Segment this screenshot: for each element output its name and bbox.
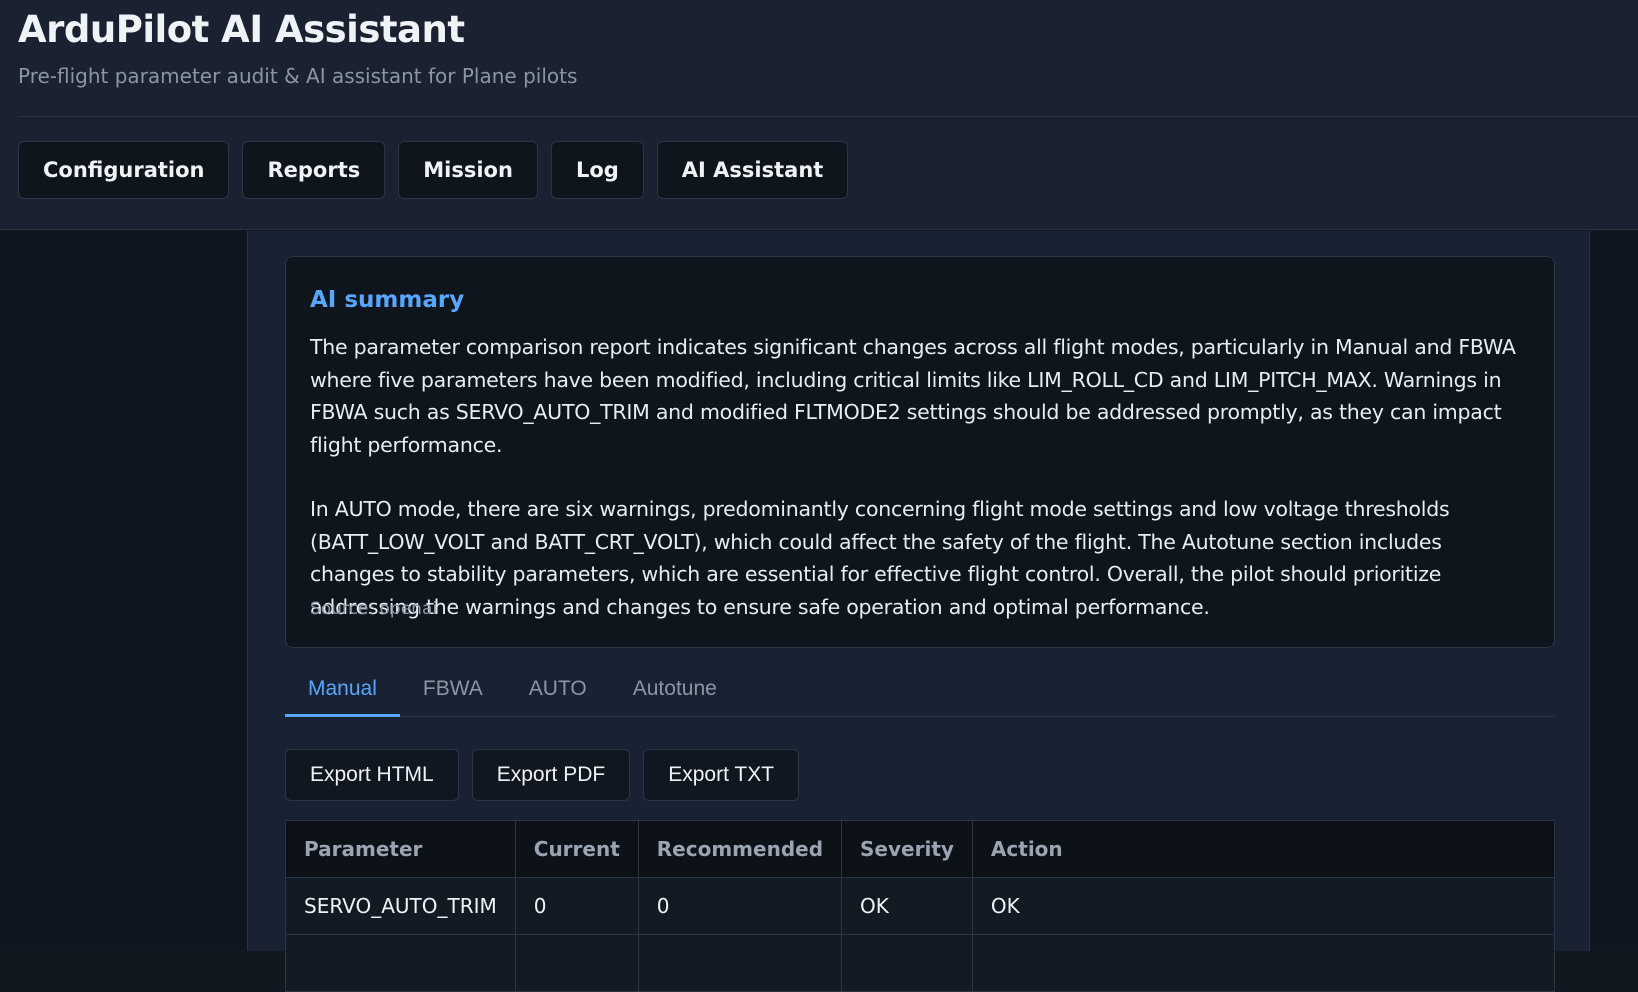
nav-log-button[interactable]: Log (550, 141, 644, 199)
main-nav: Configuration Reports Mission Log AI Ass… (18, 141, 849, 199)
column-header-severity: Severity (841, 820, 973, 878)
export-pdf-button[interactable]: Export PDF (471, 749, 631, 801)
ai-summary-paragraph-2: In AUTO mode, there are six warnings, pr… (310, 497, 1450, 619)
ai-summary-card: AI summary The parameter comparison repo… (285, 256, 1555, 648)
tab-auto[interactable]: AUTO (506, 671, 610, 717)
nav-ai-assistant-button[interactable]: AI Assistant (656, 141, 849, 199)
left-gutter (0, 231, 247, 951)
nav-reports-button[interactable]: Reports (242, 141, 386, 199)
report-panel: AI summary The parameter comparison repo… (247, 231, 1590, 992)
ai-summary-paragraph-1: The parameter comparison report indicate… (310, 335, 1516, 457)
tab-manual[interactable]: Manual (285, 671, 400, 717)
tab-fbwa[interactable]: FBWA (400, 671, 506, 717)
export-toolbar: Export HTML Export PDF Export TXT (285, 749, 800, 801)
header-divider (18, 116, 1638, 117)
app-subtitle: Pre-flight parameter audit & AI assistan… (18, 64, 578, 88)
nav-configuration-button[interactable]: Configuration (18, 141, 230, 199)
cell-parameter: SERVO_AUTO_TRIM (285, 877, 516, 935)
cell-current: 0 (514, 877, 639, 935)
flight-mode-tabs: Manual FBWA AUTO Autotune (285, 671, 1555, 717)
cell-recommended: 0 (637, 877, 843, 935)
column-header-parameter: Parameter (285, 820, 516, 878)
ai-summary-text: The parameter comparison report indicate… (310, 331, 1520, 623)
table-row (285, 934, 1556, 992)
ai-summary-title: AI summary (310, 287, 465, 313)
column-header-current: Current (514, 820, 639, 878)
cell-severity: OK (841, 877, 973, 935)
right-gutter (1590, 231, 1638, 951)
parameter-table: Parameter Current Recommended Severity A… (285, 820, 1556, 992)
column-header-recommended: Recommended (637, 820, 843, 878)
column-header-action: Action (971, 820, 1556, 878)
table-row: SERVO_AUTO_TRIM 0 0 OK OK (285, 877, 1556, 935)
table-header-row: Parameter Current Recommended Severity A… (285, 820, 1556, 878)
export-txt-button[interactable]: Export TXT (643, 749, 800, 801)
cell-action: OK (971, 877, 1556, 935)
app-header: ArduPilot AI Assistant Pre-flight parame… (0, 0, 1638, 230)
app-title: ArduPilot AI Assistant (18, 8, 465, 51)
nav-mission-button[interactable]: Mission (398, 141, 538, 199)
tab-autotune[interactable]: Autotune (610, 671, 740, 717)
export-html-button[interactable]: Export HTML (285, 749, 459, 801)
ai-summary-source: Source: openai (310, 599, 438, 619)
